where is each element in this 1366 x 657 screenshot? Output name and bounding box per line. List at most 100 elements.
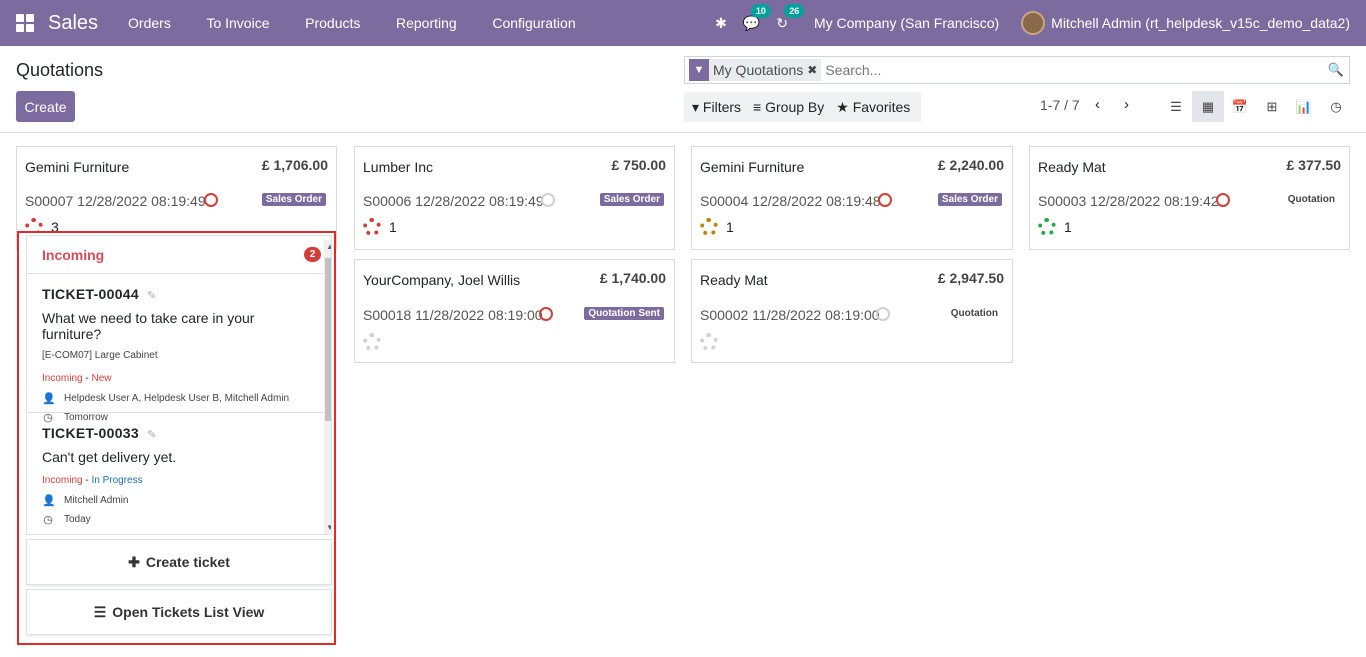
card-amount: £ 750.00 (611, 157, 667, 173)
ticket-count: 1 (1064, 219, 1072, 235)
favorites-button[interactable]: ★ Favorites (836, 99, 910, 116)
ticket-assignees: 👤 Mitchell Admin (42, 495, 129, 507)
ticket-stage: Incoming - New (42, 373, 112, 384)
ticket-product: [E-COM07] Large Cabinet (42, 350, 158, 361)
helpdesk-buoy-icon[interactable] (1038, 218, 1056, 236)
card-customer: YourCompany, Joel Willis (363, 272, 521, 288)
edit-pencil-icon[interactable]: ✎ (147, 290, 156, 302)
kanban-card[interactable]: Ready Mat £ 2,947.50 S00002 11/28/2022 0… (691, 259, 1013, 363)
messages-badge: 10 (750, 3, 771, 18)
activity-clock-icon[interactable] (539, 307, 553, 321)
view-switcher: ☰ ▦ 📅 ⊞ 📊 ◷ (1160, 91, 1352, 122)
list-icon: ☰ (93, 603, 107, 620)
kanban-view-icon[interactable]: ▦ (1192, 91, 1224, 122)
groupby-button[interactable]: ≡ Group By (753, 99, 824, 115)
search-options: ▾ Filters ≡ Group By ★ Favorites (684, 92, 921, 122)
ticket-id: TICKET-00044 (42, 286, 139, 302)
list-view-icon[interactable]: ☰ (1160, 91, 1192, 122)
kanban-card[interactable]: YourCompany, Joel Willis £ 1,740.00 S000… (354, 259, 675, 363)
ticket-count: 1 (726, 219, 734, 235)
activity-clock-icon[interactable] (878, 193, 892, 207)
facet-remove-icon[interactable]: ✖ (807, 63, 821, 77)
pager-value[interactable]: 1-7 / 7 (1040, 97, 1080, 113)
status-badge: Quotation Sent (584, 307, 664, 320)
ticket-id: TICKET-00033 (42, 425, 139, 441)
company-switcher[interactable]: My Company (San Francisco) (814, 15, 999, 31)
scroll-up-icon: ▲ (326, 242, 331, 251)
search-bar: ▼ My Quotations ✖ 🔍 (684, 56, 1350, 84)
kanban-card[interactable]: Ready Mat £ 377.50 S00003 12/28/2022 08:… (1029, 146, 1350, 250)
card-customer: Ready Mat (700, 272, 768, 288)
activity-view-icon[interactable]: ◷ (1320, 91, 1352, 122)
ticket-subject: Can't get delivery yet. (42, 449, 177, 465)
create-button[interactable]: Create (16, 91, 75, 122)
edit-pencil-icon[interactable]: ✎ (147, 429, 156, 441)
menu-configuration[interactable]: Configuration (492, 15, 575, 31)
activity-clock-icon[interactable] (876, 307, 890, 321)
search-facet: ▼ My Quotations ✖ (689, 59, 822, 81)
helpdesk-buoy-icon[interactable] (363, 218, 381, 236)
menu-to-invoice[interactable]: To Invoice (206, 15, 269, 31)
card-customer: Gemini Furniture (25, 159, 130, 175)
pager-next-icon[interactable]: › (1124, 96, 1129, 113)
status-badge: Sales Order (599, 193, 664, 206)
helpdesk-buoy-icon[interactable] (700, 218, 718, 236)
card-reference: S00006 12/28/2022 08:19:49 (363, 193, 544, 209)
activity-clock-icon[interactable] (541, 193, 555, 207)
messages-icon[interactable]: 💬 10 (743, 3, 771, 32)
ticket-assignees: 👤 Helpdesk User A, Helpdesk User B, Mitch… (42, 393, 290, 405)
main-menu: Orders To Invoice Products Reporting Con… (112, 15, 592, 31)
search-input[interactable] (825, 62, 1323, 78)
search-icon[interactable]: 🔍 (1323, 62, 1349, 78)
kanban-card[interactable]: Lumber Inc £ 750.00 S00006 12/28/2022 08… (354, 146, 675, 250)
card-customer: Ready Mat (1038, 159, 1106, 175)
menu-orders[interactable]: Orders (128, 15, 171, 31)
top-navbar: Sales Orders To Invoice Products Reporti… (0, 0, 1366, 46)
status-badge: Quotation (950, 308, 998, 319)
helpdesk-tickets-popup: Incoming 2 TICKET-00044 ✎ What we need to… (17, 231, 336, 645)
ticket-count: 1 (389, 219, 397, 235)
user-menu[interactable]: Mitchell Admin (rt_helpdesk_v15c_demo_da… (1051, 15, 1350, 31)
clock-icon: ◷ (43, 514, 53, 526)
debug-bug-icon[interactable]: ✱ (715, 15, 727, 32)
systray: ✱ 💬 10 ↻ 26 My Company (San Francisco) Mit… (707, 0, 1366, 46)
card-amount: £ 2,240.00 (937, 157, 1004, 173)
user-avatar[interactable] (1021, 11, 1046, 35)
facet-label: My Quotations (713, 62, 804, 78)
menu-reporting[interactable]: Reporting (396, 15, 457, 31)
scroll-down-icon: ▼ (326, 523, 331, 532)
status-badge: Quotation (1287, 194, 1335, 205)
app-brand[interactable]: Sales (48, 12, 98, 35)
ticket-item[interactable]: TICKET-00044 ✎ What we need to take care … (27, 274, 331, 424)
ticket-deadline: ◷ Today (43, 514, 91, 526)
status-badge: Sales Order (937, 193, 1002, 206)
graph-view-icon[interactable]: 📊 (1288, 91, 1320, 122)
activity-clock-icon[interactable] (204, 193, 218, 207)
user-icon: 👤 (42, 393, 56, 405)
menu-products[interactable]: Products (305, 15, 360, 31)
calendar-view-icon[interactable]: 📅 (1224, 91, 1256, 122)
ticket-group-header: Incoming 2 (27, 236, 331, 274)
open-tickets-list-button[interactable]: ☰ Open Tickets List View (26, 589, 332, 635)
create-ticket-button[interactable]: ✚ Create ticket (26, 539, 332, 585)
ticket-item[interactable]: TICKET-00033 ✎ Can't get delivery yet. In… (27, 413, 331, 534)
activities-badge: 26 (784, 3, 805, 18)
filters-button[interactable]: ▾ Filters (692, 99, 741, 116)
ticket-list: Incoming 2 TICKET-00044 ✎ What we need to… (26, 235, 332, 535)
card-amount: £ 2,947.50 (937, 270, 1004, 286)
card-customer: Gemini Furniture (700, 159, 805, 175)
kanban-card[interactable]: Gemini Furniture £ 2,240.00 S00004 12/28… (691, 146, 1013, 250)
activity-clock-icon[interactable] (1216, 193, 1230, 207)
scrollbar-thumb (325, 258, 331, 421)
apps-menu-icon[interactable] (16, 14, 34, 32)
pivot-view-icon[interactable]: ⊞ (1256, 91, 1288, 122)
helpdesk-buoy-icon[interactable] (700, 333, 718, 351)
ticket-group-title: Incoming (42, 246, 105, 263)
card-reference: S00004 12/28/2022 08:19:48 (700, 193, 881, 209)
card-reference: S00018 11/28/2022 08:19:00 (363, 307, 543, 323)
ticket-list-scrollbar[interactable]: ▲ ▼ (324, 240, 331, 534)
pager-previous-icon[interactable]: ‹ (1095, 96, 1100, 113)
activities-icon[interactable]: ↻ 26 (776, 3, 805, 32)
helpdesk-buoy-icon[interactable] (363, 333, 381, 351)
plus-icon: ✚ (128, 553, 140, 570)
